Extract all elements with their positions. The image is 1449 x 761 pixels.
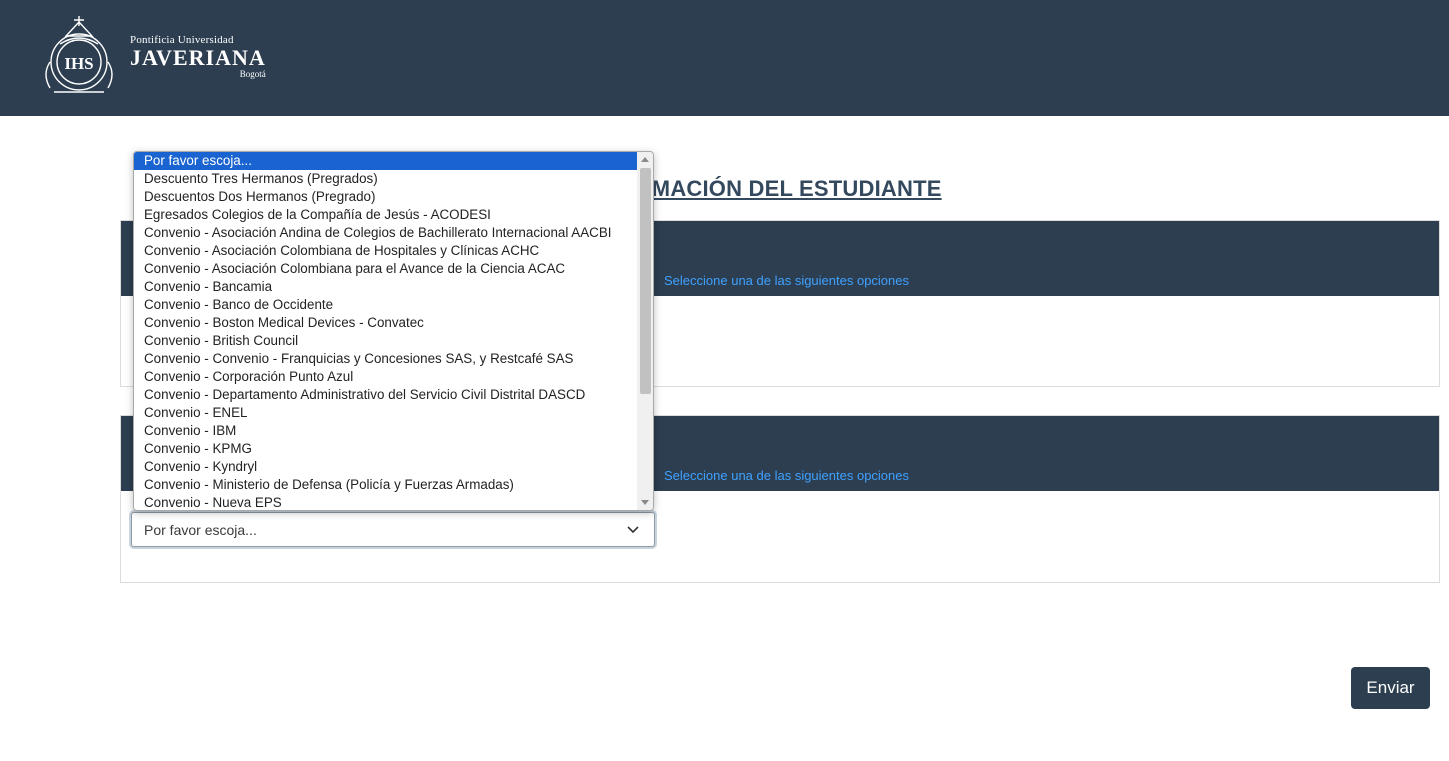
- dropdown-option[interactable]: Convenio - Asociación Colombiana para el…: [134, 260, 637, 278]
- discount-select[interactable]: Por favor escoja...: [131, 512, 655, 547]
- dropdown-option[interactable]: Convenio - Kyndryl: [134, 458, 637, 476]
- dropdown-option[interactable]: Convenio - Corporación Punto Azul: [134, 368, 637, 386]
- university-logo[interactable]: IHS Pontificia Universidad JAVERIANA Bog…: [36, 14, 266, 100]
- dropdown-option[interactable]: Convenio - Convenio - Franquicias y Conc…: [134, 350, 637, 368]
- dropdown-option[interactable]: Convenio - Boston Medical Devices - Conv…: [134, 314, 637, 332]
- site-header: IHS Pontificia Universidad JAVERIANA Bog…: [0, 0, 1449, 116]
- submit-button[interactable]: Enviar: [1351, 667, 1430, 709]
- dropdown-scrollbar[interactable]: [637, 152, 653, 510]
- dropdown-options: Por favor escoja... Descuento Tres Herman…: [134, 152, 637, 510]
- scroll-down-arrow-icon[interactable]: [641, 500, 649, 505]
- logo-line-2: JAVERIANA: [130, 45, 266, 70]
- dropdown-option[interactable]: Convenio - Nueva EPS: [134, 494, 637, 510]
- coat-of-arms-icon: IHS: [45, 16, 113, 93]
- dropdown-option[interactable]: Convenio - KPMG: [134, 440, 637, 458]
- dropdown-option[interactable]: Por favor escoja...: [134, 152, 637, 170]
- chevron-down-icon: [627, 526, 639, 534]
- discount-dropdown-list[interactable]: Por favor escoja... Descuento Tres Herman…: [133, 151, 654, 511]
- panel-2-hint: Seleccione una de las siguientes opcione…: [664, 468, 910, 483]
- dropdown-option[interactable]: Convenio - IBM: [134, 422, 637, 440]
- dropdown-option[interactable]: Convenio - ENEL: [134, 404, 637, 422]
- dropdown-option[interactable]: Convenio - British Council: [134, 332, 637, 350]
- dropdown-option[interactable]: Convenio - Ministerio de Defensa (Policí…: [134, 476, 637, 494]
- dropdown-option[interactable]: Egresados Colegios de la Compañía de Jes…: [134, 206, 637, 224]
- logo-line-3: Bogotá: [239, 69, 266, 79]
- dropdown-option[interactable]: Convenio - Bancamia: [134, 278, 637, 296]
- svg-text:IHS: IHS: [64, 54, 93, 73]
- dropdown-option[interactable]: Descuento Tres Hermanos (Pregrados): [134, 170, 637, 188]
- dropdown-option[interactable]: Convenio - Asociación Colombiana de Hosp…: [134, 242, 637, 260]
- dropdown-option[interactable]: Descuentos Dos Hermanos (Pregrado): [134, 188, 637, 206]
- scrollbar-thumb[interactable]: [640, 168, 651, 394]
- discount-select-value: Por favor escoja...: [144, 522, 257, 538]
- logo-wordmark: Pontificia Universidad JAVERIANA Bogotá: [130, 34, 266, 80]
- dropdown-option[interactable]: Convenio - Asociación Andina de Colegios…: [134, 224, 637, 242]
- dropdown-option[interactable]: Convenio - Departamento Administrativo d…: [134, 386, 637, 404]
- panel-1-hint: Seleccione una de las siguientes opcione…: [664, 273, 910, 288]
- scroll-up-arrow-icon[interactable]: [641, 157, 649, 162]
- dropdown-option[interactable]: Convenio - Banco de Occidente: [134, 296, 637, 314]
